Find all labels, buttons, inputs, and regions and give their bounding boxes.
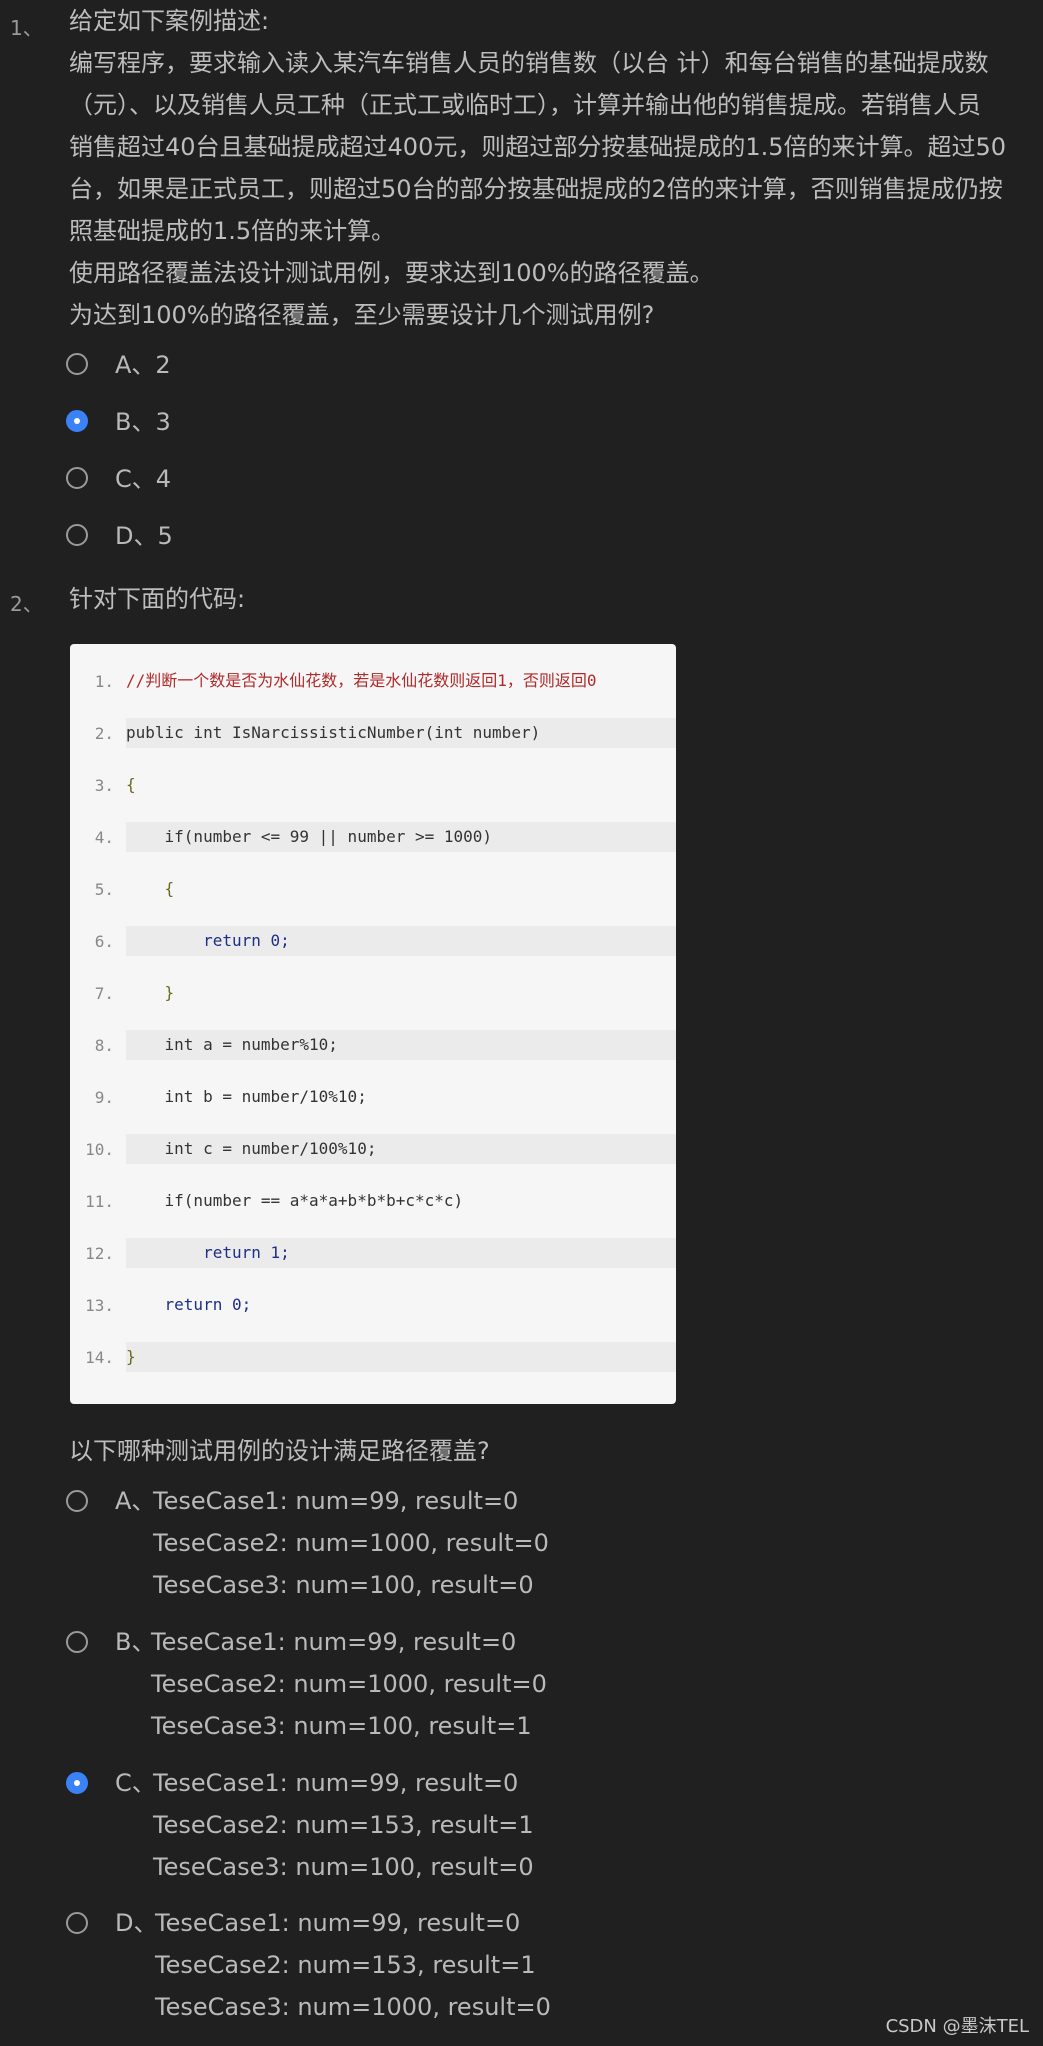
testcase-line: TeseCase2: num=1000, result=0	[153, 1529, 549, 1557]
testcase-line: TeseCase1: num=99, result=0	[153, 1487, 519, 1515]
radio-button[interactable]	[66, 1631, 88, 1653]
testcase-line: TeseCase2: num=153, result=1	[153, 1811, 534, 1839]
code-line: 13. return 0;	[70, 1290, 676, 1320]
code-line: 7. }	[70, 978, 676, 1008]
code-line: 6. return 0;	[70, 926, 676, 956]
radio-button[interactable]	[66, 353, 88, 375]
code-line: 12. return 1;	[70, 1238, 676, 1268]
radio-button-selected[interactable]	[66, 410, 88, 432]
radio-button[interactable]	[66, 524, 88, 546]
testcase-line: TeseCase3: num=1000, result=0	[155, 1993, 551, 2021]
line-number: 3.	[94, 776, 114, 795]
radio-button[interactable]	[66, 467, 88, 489]
option-letter: A、	[115, 1487, 156, 1515]
code-line: 8. int a = number%10;	[70, 1030, 676, 1060]
code-line: 3. {	[70, 770, 676, 800]
testcase-line: TeseCase1: num=99, result=0	[151, 1628, 517, 1656]
code-line: 14. }	[70, 1342, 676, 1372]
line-number: 6.	[94, 932, 114, 951]
testcase-line: TeseCase3: num=100, result=0	[153, 1571, 534, 1599]
line-number: 12.	[85, 1244, 114, 1263]
line-number: 1.	[94, 672, 114, 691]
option-content: C、 TeseCase1: num=99, result=0 TeseCase2…	[115, 1762, 534, 1888]
line-number: 5.	[94, 880, 114, 899]
line-number: 11.	[85, 1192, 114, 1211]
question-prompt: 针对下面的代码:	[69, 585, 246, 613]
code-text: return 0;	[126, 1295, 252, 1314]
code-text: if(number == a*a*a+b*b*b+c*c*c)	[126, 1191, 464, 1210]
code-text: return 1;	[126, 1238, 676, 1268]
line-number: 2.	[94, 724, 114, 743]
question-line: 编写程序，要求输入读入某汽车销售人员的销售数（以台 计）和每台销售的基础提成数	[69, 49, 989, 77]
code-line: 9. int b = number/10%10;	[70, 1082, 676, 1112]
code-line: 4. if(number <= 99 || number >= 1000)	[70, 822, 676, 852]
code-text: int b = number/10%10;	[126, 1087, 367, 1106]
option-content: A、 TeseCase1: num=99, result=0 TeseCase2…	[115, 1480, 549, 1606]
question-number: 1、	[10, 16, 43, 40]
code-line: 2. public int IsNarcissisticNumber(int n…	[70, 718, 676, 748]
code-text: //判断一个数是否为水仙花数，若是水仙花数则返回1，否则返回0	[126, 671, 597, 690]
radio-button-selected[interactable]	[66, 1772, 88, 1794]
question-line: 使用路径覆盖法设计测试用例，要求达到100%的路径覆盖。	[69, 259, 714, 287]
code-line: 11. if(number == a*a*a+b*b*b+c*c*c)	[70, 1186, 676, 1216]
radio-button[interactable]	[66, 1490, 88, 1512]
option-letter: B、	[115, 1628, 156, 1656]
option-content: B、 TeseCase1: num=99, result=0 TeseCase2…	[115, 1621, 547, 1747]
question-line: 为达到100%的路径覆盖，至少需要设计几个测试用例?	[69, 301, 655, 329]
code-text: {	[126, 879, 175, 898]
code-text: if(number <= 99 || number >= 1000)	[126, 822, 676, 852]
option-letter: D、	[115, 1909, 158, 1937]
option-label: D、5	[115, 522, 173, 550]
line-number: 9.	[94, 1088, 114, 1107]
testcase-line: TeseCase2: num=153, result=1	[155, 1951, 536, 1979]
question-line: 给定如下案例描述:	[69, 7, 270, 35]
testcase-line: TeseCase1: num=99, result=0	[153, 1769, 519, 1797]
code-text: int a = number%10;	[126, 1030, 676, 1060]
code-text: }	[126, 983, 175, 1002]
option-label: B、3	[115, 408, 171, 436]
question-line: 销售超过40台且基础提成超过400元，则超过部分按基础提成的1.5倍的来计算。超…	[69, 133, 1007, 161]
line-number: 8.	[94, 1036, 114, 1055]
option-content: D、 TeseCase1: num=99, result=0 TeseCase2…	[115, 1902, 551, 2028]
code-line: 1. //判断一个数是否为水仙花数，若是水仙花数则返回1，否则返回0	[70, 666, 676, 696]
question-line: 照基础提成的1.5倍的来计算。	[69, 217, 396, 245]
sub-question: 以下哪种测试用例的设计满足路径覆盖?	[69, 1437, 490, 1465]
code-text: int c = number/100%10;	[126, 1134, 676, 1164]
line-number: 4.	[94, 828, 114, 847]
code-line: 10. int c = number/100%10;	[70, 1134, 676, 1164]
line-number: 7.	[94, 984, 114, 1003]
line-number: 13.	[85, 1296, 114, 1315]
question-number: 2、	[10, 592, 43, 616]
line-number: 14.	[85, 1348, 114, 1367]
code-block: 1. //判断一个数是否为水仙花数，若是水仙花数则返回1，否则返回0 2. pu…	[70, 644, 676, 1404]
watermark: CSDN @墨沫TEL	[885, 2016, 1029, 2037]
code-text: public int IsNarcissisticNumber(int numb…	[126, 718, 676, 748]
option-letter: C、	[115, 1769, 156, 1797]
testcase-line: TeseCase3: num=100, result=1	[151, 1712, 532, 1740]
radio-button[interactable]	[66, 1912, 88, 1934]
question-text: 给定如下案例描述: 编写程序，要求输入读入某汽车销售人员的销售数（以台 计）和每…	[69, 0, 1035, 336]
testcase-line: TeseCase3: num=100, result=0	[153, 1853, 534, 1881]
option-label: C、4	[115, 465, 172, 493]
testcase-line: TeseCase1: num=99, result=0	[155, 1909, 521, 1937]
code-text: {	[126, 775, 136, 794]
testcase-line: TeseCase2: num=1000, result=0	[151, 1670, 547, 1698]
question-line: 台，如果是正式员工，则超过50台的部分按基础提成的2倍的来计算，否则销售提成仍按	[69, 175, 1003, 203]
code-line: 5. {	[70, 874, 676, 904]
line-number: 10.	[85, 1140, 114, 1159]
question-line: （元）、以及销售人员工种（正式工或临时工），计算并输出他的销售提成。若销售人员	[69, 91, 981, 119]
code-text: }	[126, 1342, 676, 1372]
option-label: A、2	[115, 351, 171, 379]
code-text: return 0;	[126, 926, 676, 956]
